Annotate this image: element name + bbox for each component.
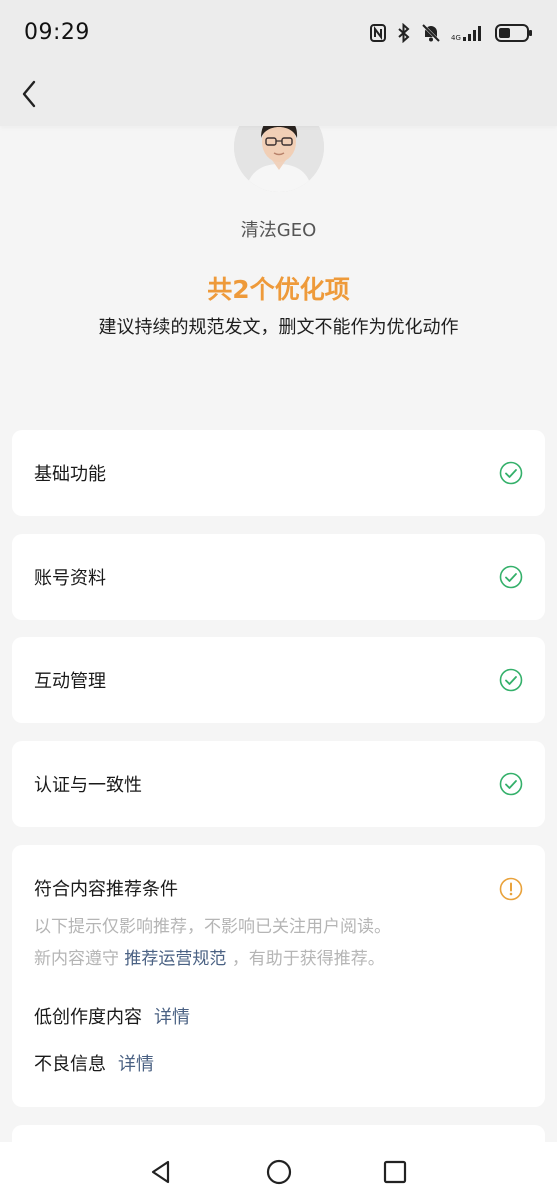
- status-time: 09:29: [24, 20, 90, 45]
- check-card-label: 认证与一致性: [34, 775, 142, 796]
- issue-label: 不良信息: [34, 1054, 106, 1075]
- warning-circle-icon: [499, 877, 523, 901]
- battery-icon: [495, 24, 532, 42]
- summary-title: 共2个优化项: [207, 275, 350, 304]
- check-circle-icon: [499, 668, 523, 692]
- issue-detail-link[interactable]: 详情: [118, 1054, 154, 1075]
- check-circle-icon: [499, 461, 523, 485]
- check-circle-icon: [499, 772, 523, 796]
- issue-row: 低创作度内容 详情: [34, 1003, 190, 1029]
- recommend-note-line1: 以下提示仅影响推荐，不影响已关注用户阅读。: [34, 917, 391, 937]
- check-card-basic[interactable]: 基础功能: [12, 430, 545, 516]
- nav-home-circle-icon[interactable]: [265, 1158, 293, 1186]
- account-name: 清法GEO: [240, 220, 317, 241]
- nav-back-triangle-icon[interactable]: [147, 1158, 175, 1186]
- check-card-profile[interactable]: 账号资料: [12, 534, 545, 620]
- mute-icon: [421, 23, 441, 43]
- chevron-left-icon: [22, 80, 36, 108]
- status-icons: 4G: [369, 21, 533, 45]
- nav-bar: [0, 64, 557, 126]
- bluetooth-icon: [398, 23, 410, 43]
- recommend-rules-link[interactable]: 推荐运营规范: [124, 949, 226, 969]
- issue-row: 不良信息 详情: [34, 1050, 154, 1076]
- back-button[interactable]: [12, 74, 46, 114]
- check-card-interaction[interactable]: 互动管理: [12, 637, 545, 723]
- recommend-note-suffix: ，有助于获得推荐。: [231, 949, 385, 969]
- check-card-verification[interactable]: 认证与一致性: [12, 741, 545, 827]
- recommend-note-line2: 新内容遵守 推荐运营规范 ，有助于获得推荐。: [34, 943, 524, 975]
- check-card-label: 账号资料: [34, 568, 106, 589]
- recommend-title: 符合内容推荐条件: [34, 879, 178, 900]
- check-circle-icon: [499, 565, 523, 589]
- recommend-note-prefix: 新内容遵守: [34, 949, 119, 969]
- nfc-icon: [370, 24, 386, 42]
- recommend-card: 符合内容推荐条件 以下提示仅影响推荐，不影响已关注用户阅读。 新内容遵守 推荐运…: [12, 845, 545, 1107]
- check-card-label: 互动管理: [34, 671, 106, 692]
- signal-icon: 4G: [451, 26, 481, 42]
- status-bar: 09:29 4G: [0, 0, 557, 64]
- nav-recents-square-icon[interactable]: [381, 1158, 409, 1186]
- summary-description: 建议持续的规范发文，删文不能作为优化动作: [98, 317, 459, 338]
- issue-label: 低创作度内容: [34, 1007, 142, 1028]
- issue-detail-link[interactable]: 详情: [154, 1007, 190, 1028]
- system-nav-bar: [0, 1142, 557, 1200]
- account-diagnosis-page: 09:29 4G 清法GEO 共2个优化项 建议持续的规范发文，删文不能作为优化…: [0, 0, 557, 1200]
- recommend-note: 以下提示仅影响推荐，不影响已关注用户阅读。 新内容遵守 推荐运营规范 ，有助于获…: [34, 911, 524, 975]
- check-card-label: 基础功能: [34, 464, 106, 485]
- svg-text:4G: 4G: [451, 34, 461, 42]
